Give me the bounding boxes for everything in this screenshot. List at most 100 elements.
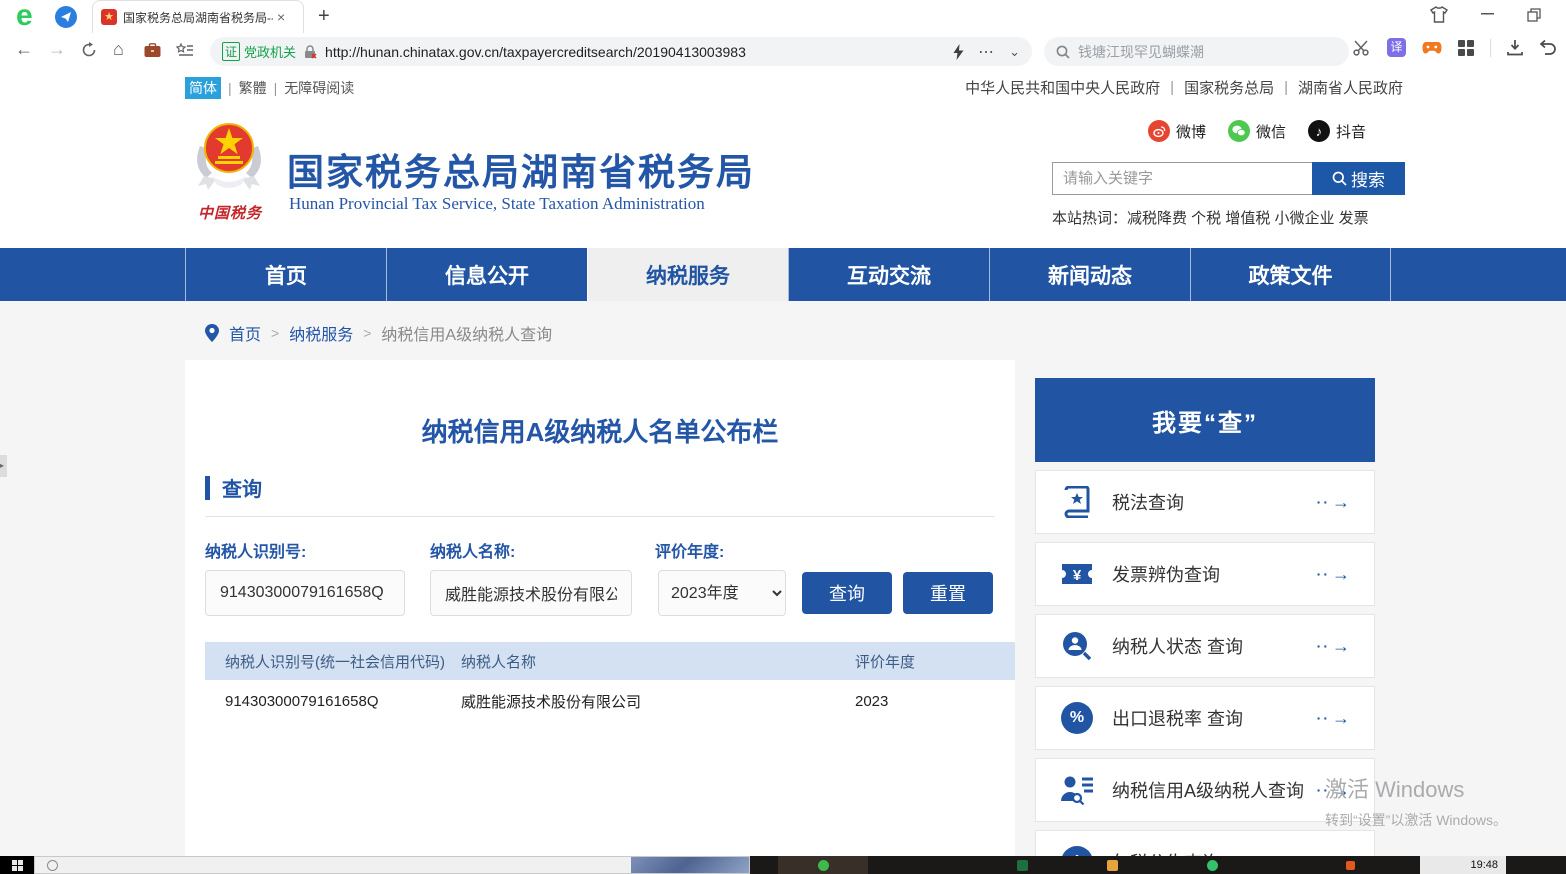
- table-row: 91430300079161658Q 威胜能源技术股份有限公司 2023: [205, 680, 1015, 722]
- breadcrumb-tax-service[interactable]: 纳税服务: [289, 321, 353, 345]
- cert-badge-icon: 证: [222, 42, 240, 61]
- invoice-verify-icon: ¥: [1060, 557, 1094, 591]
- breadcrumb: 首页 > 纳税服务 > 纳税信用A级纳税人查询: [205, 321, 552, 345]
- row-taxpayer-name: 威胜能源技术股份有限公司: [461, 691, 855, 712]
- refresh-icon[interactable]: [81, 42, 97, 58]
- site-search-button[interactable]: 搜索: [1312, 162, 1405, 195]
- wechat-icon: [1228, 120, 1250, 142]
- site-utility-bar: 简体 | 繁體 | 无障碍阅读 中华人民共和国中央人民政府 | 国家税务总局 |…: [0, 70, 1566, 104]
- credit-a-search-icon: [1060, 773, 1094, 807]
- site-header: 中国税务 国家税务总局湖南省税务局 Hunan Provincial Tax S…: [0, 104, 1566, 248]
- eval-year-select[interactable]: 2023年度: [658, 570, 786, 616]
- table-header-row: 纳税人识别号(统一社会信用代码) 纳税人名称 评价年度: [205, 642, 1015, 680]
- site-subtitle: Hunan Provincial Tax Service, State Taxa…: [289, 194, 705, 214]
- central-gov-link[interactable]: 中华人民共和国中央人民政府: [965, 77, 1160, 98]
- sidebar-item-credit-a-search[interactable]: 纳税信用A级纳税人查询 ··→: [1035, 758, 1375, 822]
- browser-tab[interactable]: ★ 国家税务总局湖南省税务局--纳 ×: [92, 0, 304, 33]
- taskbar-app-icon[interactable]: [1195, 856, 1229, 874]
- browser-logo-icon[interactable]: e: [16, 2, 46, 32]
- site-title: 国家税务总局湖南省税务局: [287, 142, 755, 196]
- page-title: 纳税信用A级纳税人名单公布栏: [185, 412, 1015, 449]
- section-divider: [205, 516, 995, 517]
- hunan-gov-link[interactable]: 湖南省人民政府: [1298, 77, 1403, 98]
- cortana-icon: [47, 860, 58, 871]
- windows-activation-watermark: 激活 Windows 转到“设置”以激活 Windows。: [1325, 772, 1507, 830]
- tab-favicon: ★: [101, 9, 117, 25]
- tab-close-icon[interactable]: ×: [277, 9, 285, 25]
- download-icon[interactable]: [1507, 40, 1523, 56]
- screenshot-scissors-icon[interactable]: [1353, 40, 1371, 56]
- apps-grid-icon[interactable]: [1458, 40, 1474, 56]
- sidebar-item-tax-law[interactable]: 税法查询 ··→: [1035, 470, 1375, 534]
- favorites-collection-icon[interactable]: [176, 42, 194, 58]
- sta-link[interactable]: 国家税务总局: [1184, 77, 1274, 98]
- taskbar-browser-active[interactable]: [778, 856, 868, 874]
- home-icon[interactable]: ⌂: [113, 39, 124, 60]
- breadcrumb-current: 纳税信用A级纳税人查询: [381, 321, 552, 345]
- side-panel-expander[interactable]: ▸: [0, 455, 7, 477]
- taskbar-folder-icon[interactable]: [1095, 856, 1129, 874]
- taskbar-excel-icon[interactable]: [1005, 856, 1039, 874]
- svg-text:¥: ¥: [1073, 567, 1082, 584]
- tab-title: 国家税务总局湖南省税务局--纳: [123, 9, 273, 26]
- weibo-link[interactable]: 微博: [1148, 120, 1206, 142]
- nav-policy[interactable]: 政策文件: [1190, 248, 1391, 301]
- taskbar-search-box[interactable]: [34, 856, 750, 874]
- lightning-icon[interactable]: [953, 44, 964, 60]
- back-icon[interactable]: ←: [15, 39, 33, 60]
- sidebar-item-invoice-verify[interactable]: ¥ 发票辨伪查询 ··→: [1035, 542, 1375, 606]
- logo-caption: 中国税务: [190, 202, 270, 223]
- reset-button[interactable]: 重置: [903, 572, 993, 614]
- arrow-right-icon: ··→: [1317, 564, 1350, 585]
- main-nav: 首页 信息公开 纳税服务 互动交流 新闻动态 政策文件: [0, 248, 1566, 301]
- skin-theme-icon[interactable]: [1430, 6, 1448, 23]
- location-pin-icon: [205, 324, 219, 342]
- lang-traditional-link[interactable]: 繁體: [239, 78, 267, 98]
- translate-icon[interactable]: 译: [1387, 38, 1406, 57]
- arrow-right-icon: ··→: [1317, 636, 1350, 657]
- breadcrumb-home[interactable]: 首页: [229, 321, 261, 345]
- weibo-icon: [1148, 120, 1170, 142]
- games-icon[interactable]: [1422, 41, 1442, 55]
- more-options-icon[interactable]: ⋯: [978, 42, 995, 62]
- lang-simplified-link[interactable]: 简体: [185, 77, 221, 99]
- wechat-link[interactable]: 微信: [1228, 120, 1286, 142]
- browser-toolbar: ← → ⌂ 证 党政机关 http://hunan.chinatax.gov.c…: [0, 33, 1566, 70]
- main-card: 纳税信用A级纳税人名单公布栏 查询 纳税人识别号: 纳税人名称: 评价年度: 2…: [185, 360, 1015, 856]
- section-title: 查询: [222, 473, 262, 502]
- sidebar-item-taxpayer-status[interactable]: 纳税人状态 查询 ··→: [1035, 614, 1375, 678]
- taskbar-clock[interactable]: 19:48: [1420, 856, 1506, 874]
- site-logo: 中国税务: [190, 116, 270, 223]
- nav-interaction[interactable]: 互动交流: [788, 248, 989, 301]
- restore-button[interactable]: [1527, 8, 1541, 22]
- nav-tax-service[interactable]: 纳税服务: [587, 248, 788, 301]
- quick-search-box[interactable]: 钱塘江现罕见蝴蝶潮: [1044, 37, 1349, 66]
- nav-info-disclosure[interactable]: 信息公开: [386, 248, 587, 301]
- quick-search-placeholder: 钱塘江现罕见蝴蝶潮: [1078, 42, 1204, 62]
- share-app-icon[interactable]: [55, 6, 77, 28]
- cert-label: 党政机关: [244, 42, 296, 61]
- eval-year-label: 评价年度:: [655, 538, 724, 562]
- accessibility-link[interactable]: 无障碍阅读: [284, 78, 354, 98]
- hot-words-list[interactable]: 减税降费 个税 增值税 小微企业 发票: [1127, 210, 1369, 227]
- douyin-link[interactable]: ♪ 抖音: [1308, 120, 1366, 142]
- nav-news[interactable]: 新闻动态: [989, 248, 1190, 301]
- query-button[interactable]: 查询: [802, 572, 892, 614]
- minimize-button[interactable]: [1481, 13, 1494, 15]
- taskbar-notification-icon[interactable]: [1340, 856, 1360, 874]
- url-text: http://hunan.chinatax.gov.cn/taxpayercre…: [325, 44, 746, 60]
- douyin-icon: ♪: [1308, 120, 1330, 142]
- start-button[interactable]: [0, 856, 34, 874]
- taxpayer-name-input[interactable]: [430, 570, 632, 616]
- new-tab-button[interactable]: +: [318, 5, 330, 28]
- nav-home[interactable]: 首页: [185, 248, 386, 301]
- briefcase-icon[interactable]: [144, 43, 161, 58]
- sidebar-item-export-rebate[interactable]: % 出口退税率 查询 ··→: [1035, 686, 1375, 750]
- dropdown-chevron-icon[interactable]: ⌄: [1009, 44, 1020, 60]
- site-search-input[interactable]: [1052, 162, 1312, 195]
- forward-icon[interactable]: →: [48, 39, 66, 60]
- address-bar[interactable]: 证 党政机关 http://hunan.chinatax.gov.cn/taxp…: [210, 37, 1032, 66]
- taxpayer-status-icon: [1060, 629, 1094, 663]
- taxpayer-id-input[interactable]: [205, 570, 405, 616]
- undo-history-icon[interactable]: [1539, 40, 1556, 55]
